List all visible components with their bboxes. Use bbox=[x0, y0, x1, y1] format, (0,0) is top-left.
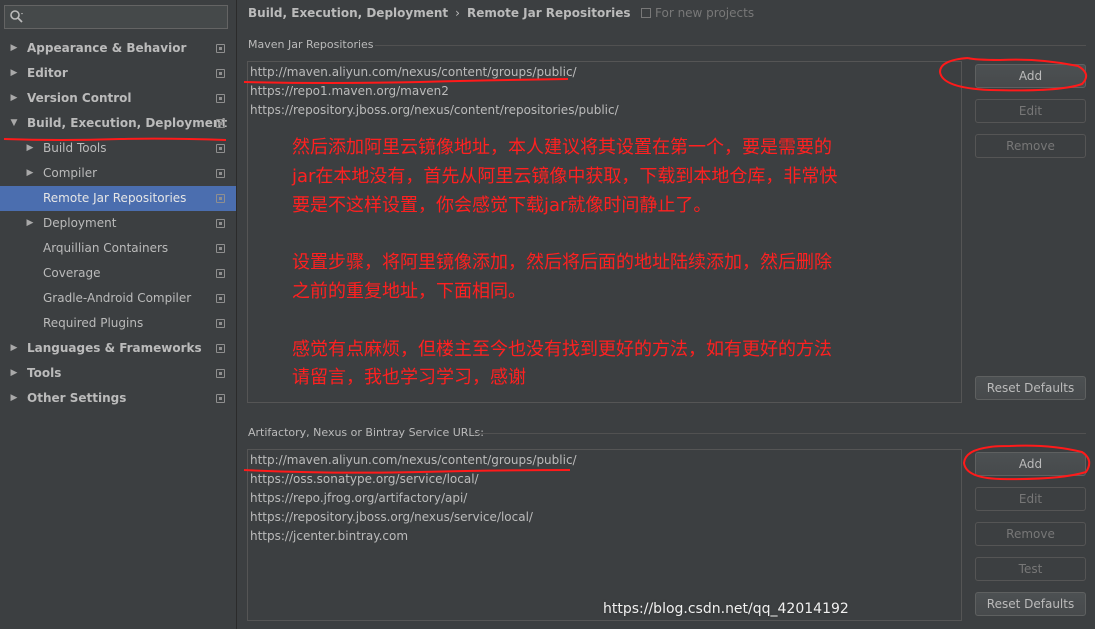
settings-sidebar: ▶ Appearance & Behavior ▶ Editor ▶ Version Co… bbox=[0, 0, 237, 629]
sidebar-item-languages-frameworks[interactable]: ▶ Languages & Frameworks bbox=[0, 336, 236, 361]
sidebar-item-label: Gradle-Android Compiler bbox=[43, 291, 192, 305]
breadcrumb: Build, Execution, Deployment › Remote Jar … bbox=[248, 6, 631, 22]
sidebar-item-label: Tools bbox=[27, 366, 62, 380]
expand-arrow-right-icon[interactable]: ▶ bbox=[8, 36, 20, 61]
sidebar-item-label: Deployment bbox=[43, 216, 117, 230]
sidebar-item-label: Arquillian Containers bbox=[43, 241, 169, 255]
maven-url-row[interactable]: https://repo1.maven.org/maven2 bbox=[250, 82, 449, 101]
annotation-line: 要是不这样设置，你会感觉下载jar就像时间静止了。 bbox=[292, 194, 712, 216]
project-scope-icon bbox=[216, 119, 225, 128]
settings-search-box[interactable] bbox=[4, 5, 228, 29]
expand-arrow-right-icon[interactable]: ▶ bbox=[24, 161, 36, 186]
annotation-line: 请留言，我也学习学习，感谢 bbox=[292, 367, 526, 389]
sidebar-item-arquillian-containers[interactable]: Arquillian Containers bbox=[0, 236, 236, 261]
project-scope-icon bbox=[216, 94, 225, 103]
expand-arrow-right-icon[interactable]: ▶ bbox=[24, 211, 36, 236]
service-url-row[interactable]: https://repository.jboss.org/nexus/servi… bbox=[250, 508, 533, 527]
project-scope-icon bbox=[216, 69, 225, 78]
breadcrumb-parent[interactable]: Build, Execution, Deployment bbox=[248, 6, 448, 20]
sidebar-item-remote-jar-repositories[interactable]: Remote Jar Repositories bbox=[0, 186, 236, 211]
sidebar-item-build-tools[interactable]: ▶ Build Tools bbox=[0, 136, 236, 161]
settings-search-input[interactable] bbox=[27, 8, 223, 26]
service-url-row[interactable]: https://repo.jfrog.org/artifactory/api/ bbox=[250, 489, 467, 508]
expand-arrow-right-icon[interactable]: ▶ bbox=[8, 386, 20, 411]
project-scope-icon bbox=[216, 169, 225, 178]
service-remove-button[interactable]: Remove bbox=[975, 522, 1086, 546]
maven-edit-button[interactable]: Edit bbox=[975, 99, 1086, 123]
service-edit-button[interactable]: Edit bbox=[975, 487, 1086, 511]
sidebar-item-label: Other Settings bbox=[27, 391, 127, 405]
project-scope-icon bbox=[216, 394, 225, 403]
sidebar-item-required-plugins[interactable]: Required Plugins bbox=[0, 311, 236, 336]
project-scope-icon bbox=[216, 369, 225, 378]
sidebar-item-label: Build Tools bbox=[43, 141, 107, 155]
expand-arrow-right-icon[interactable]: ▶ bbox=[8, 336, 20, 361]
project-scope-icon bbox=[216, 194, 225, 203]
service-reset-defaults-button[interactable]: Reset Defaults bbox=[975, 592, 1086, 616]
project-scope-icon bbox=[216, 144, 225, 153]
project-scope-icon bbox=[216, 219, 225, 228]
watermark-text: https://blog.csdn.net/qq_42014192 bbox=[603, 601, 849, 617]
sidebar-item-label: Editor bbox=[27, 66, 68, 80]
annotation-line: 设置步骤，将阿里镜像添加，然后将后面的地址陆续添加，然后删除 bbox=[292, 252, 832, 274]
sidebar-item-version-control[interactable]: ▶ Version Control bbox=[0, 86, 236, 111]
sidebar-item-label: Build, Execution, Deployment bbox=[27, 116, 228, 130]
service-test-button[interactable]: Test bbox=[975, 557, 1086, 581]
annotation-line: 然后添加阿里云镜像地址，本人建议将其设置在第一个，要是需要的 bbox=[292, 137, 832, 158]
maven-url-row[interactable]: http://maven.aliyun.com/nexus/content/gr… bbox=[250, 63, 577, 82]
expand-arrow-down-icon[interactable]: ▼ bbox=[8, 111, 20, 136]
maven-remove-button[interactable]: Remove bbox=[975, 134, 1086, 158]
sidebar-item-gradle-android-compiler[interactable]: Gradle-Android Compiler bbox=[0, 286, 236, 311]
expand-arrow-right-icon[interactable]: ▶ bbox=[8, 61, 20, 86]
maven-section-title: Maven Jar Repositories bbox=[248, 38, 374, 51]
service-url-list[interactable]: http://maven.aliyun.com/nexus/content/gr… bbox=[247, 449, 962, 621]
expand-arrow-right-icon[interactable]: ▶ bbox=[8, 86, 20, 111]
project-scope-icon bbox=[641, 8, 651, 18]
project-scope-icon bbox=[216, 319, 225, 328]
sidebar-item-editor[interactable]: ▶ Editor bbox=[0, 61, 236, 86]
service-url-row[interactable]: https://jcenter.bintray.com bbox=[250, 527, 408, 546]
maven-add-button[interactable]: Add bbox=[975, 64, 1086, 88]
sidebar-item-label: Remote Jar Repositories bbox=[43, 191, 187, 205]
project-scope-icon bbox=[216, 44, 225, 53]
annotation-line: 感觉有点麻烦，但楼主至今也没有找到更好的方法，如有更好的方法 bbox=[292, 338, 832, 360]
project-scope-icon bbox=[216, 244, 225, 253]
expand-arrow-right-icon[interactable]: ▶ bbox=[8, 361, 20, 386]
breadcrumb-separator: › bbox=[455, 6, 460, 20]
maven-url-row[interactable]: https://repository.jboss.org/nexus/conte… bbox=[250, 101, 619, 120]
annotation-line: 之前的重复地址，下面相同。 bbox=[292, 281, 526, 302]
project-scope-icon bbox=[216, 344, 225, 353]
maven-section-divider bbox=[375, 45, 1086, 46]
sidebar-item-deployment[interactable]: ▶ Deployment bbox=[0, 211, 236, 236]
project-scope-icon bbox=[216, 294, 225, 303]
sidebar-item-other-settings[interactable]: ▶ Other Settings bbox=[0, 386, 236, 411]
service-add-button[interactable]: Add bbox=[975, 452, 1086, 476]
sidebar-item-label: Version Control bbox=[27, 91, 132, 105]
service-url-row[interactable]: http://maven.aliyun.com/nexus/content/gr… bbox=[250, 451, 577, 470]
scope-note-label: For new projects bbox=[655, 6, 755, 20]
sidebar-item-compiler[interactable]: ▶ Compiler bbox=[0, 161, 236, 186]
search-icon bbox=[10, 10, 23, 23]
sidebar-item-label: Compiler bbox=[43, 166, 98, 180]
sidebar-item-label: Coverage bbox=[43, 266, 101, 280]
sidebar-item-coverage[interactable]: Coverage bbox=[0, 261, 236, 286]
sidebar-item-tools[interactable]: ▶ Tools bbox=[0, 361, 236, 386]
settings-panel: Build, Execution, Deployment › Remote Jar … bbox=[238, 0, 1095, 629]
breadcrumb-current: Remote Jar Repositories bbox=[466, 6, 631, 20]
service-url-row[interactable]: https://oss.sonatype.org/service/local/ bbox=[250, 470, 479, 489]
sidebar-item-label: Required Plugins bbox=[43, 316, 144, 330]
sidebar-item-label: Languages & Frameworks bbox=[27, 341, 202, 355]
service-section-title: Artifactory, Nexus or Bintray Service UR… bbox=[248, 426, 484, 439]
sidebar-item-label: Appearance & Behavior bbox=[27, 41, 187, 55]
service-section-divider bbox=[471, 433, 1086, 434]
project-scope-icon bbox=[216, 269, 225, 278]
annotation-line: jar在本地没有，首先从阿里云镜像中获取，下载到本地仓库，非常快 bbox=[292, 165, 838, 187]
maven-reset-defaults-button[interactable]: Reset Defaults bbox=[975, 376, 1086, 400]
scope-note: For new projects bbox=[641, 6, 754, 20]
expand-arrow-right-icon[interactable]: ▶ bbox=[24, 136, 36, 161]
sidebar-item-appearance-behavior[interactable]: ▶ Appearance & Behavior bbox=[0, 36, 236, 61]
sidebar-item-build-execution-deployment[interactable]: ▼ Build, Execution, Deployment bbox=[0, 111, 236, 136]
